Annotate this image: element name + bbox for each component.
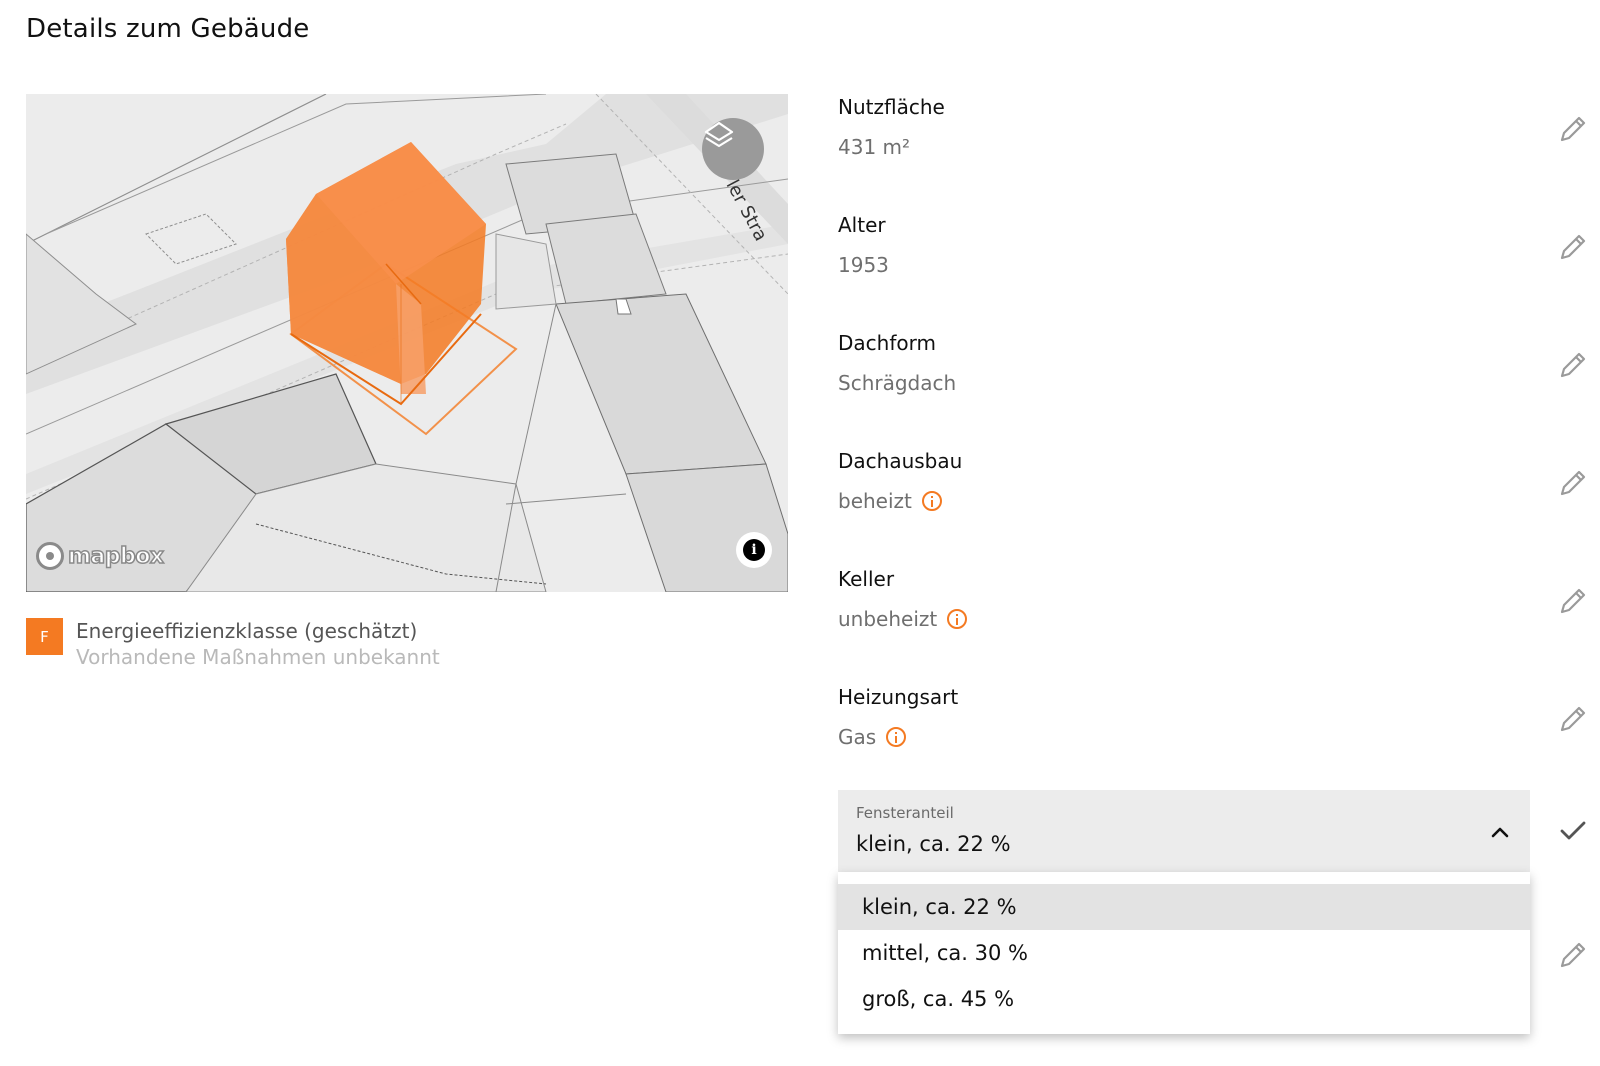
property-keller: Keller unbeheizt xyxy=(838,566,1558,632)
option-mittel[interactable]: mittel, ca. 30 % xyxy=(838,930,1530,976)
energy-class-sublabel: Vorhandene Maßnahmen unbekannt xyxy=(76,645,440,669)
pencil-icon xyxy=(1560,234,1586,260)
fensteranteil-value: klein, ca. 22 % xyxy=(856,832,1011,856)
layers-icon xyxy=(704,121,734,148)
property-label: Dachausbau xyxy=(838,449,963,473)
info-circle-icon[interactable] xyxy=(921,491,942,511)
edit-nutzflaeche-button[interactable] xyxy=(1556,112,1590,146)
pencil-icon xyxy=(1560,352,1586,378)
property-value: beheizt xyxy=(838,489,912,513)
property-dachform: Dachform Schrägdach xyxy=(838,330,1558,396)
info-circle-icon[interactable] xyxy=(947,609,968,629)
edit-alter-button[interactable] xyxy=(1556,230,1590,264)
fensteranteil-caption: Fensteranteil xyxy=(856,804,954,822)
pencil-icon xyxy=(1560,588,1586,614)
fensteranteil-options: klein, ca. 22 % mittel, ca. 30 % groß, c… xyxy=(838,872,1530,1034)
edit-keller-button[interactable] xyxy=(1556,584,1590,618)
option-klein[interactable]: klein, ca. 22 % xyxy=(838,884,1530,930)
confirm-fensteranteil-button[interactable] xyxy=(1556,814,1590,848)
energy-class: F Energieeffizienzklasse (geschätzt) Vor… xyxy=(26,618,440,670)
property-value: Schrägdach xyxy=(838,371,957,395)
pencil-icon xyxy=(1560,470,1586,496)
energy-class-badge: F xyxy=(26,618,63,655)
layers-button[interactable] xyxy=(702,118,764,180)
option-gross[interactable]: groß, ca. 45 % xyxy=(838,976,1530,1022)
page-title: Details zum Gebäude xyxy=(26,14,310,44)
property-label: Nutzfläche xyxy=(838,95,945,119)
edit-next-property-button[interactable] xyxy=(1556,938,1590,972)
property-value: unbeheizt xyxy=(838,607,938,631)
property-label: Keller xyxy=(838,567,895,591)
property-nutzflaeche: Nutzfläche 431 m² xyxy=(838,94,1558,160)
property-dachausbau: Dachausbau beheizt xyxy=(838,448,1558,514)
property-label: Alter xyxy=(838,213,886,237)
map-info-button[interactable]: i xyxy=(736,532,772,568)
check-icon xyxy=(1560,821,1586,840)
property-label: Heizungsart xyxy=(838,685,959,709)
property-alter: Alter 1953 xyxy=(838,212,1558,278)
info-icon: i xyxy=(743,539,765,561)
info-circle-icon[interactable] xyxy=(886,727,907,747)
property-value: 431 m² xyxy=(838,135,911,159)
fensteranteil-select[interactable]: Fensteranteil klein, ca. 22 % xyxy=(838,790,1530,872)
edit-dachausbau-button[interactable] xyxy=(1556,466,1590,500)
mapbox-logo[interactable]: mapbox xyxy=(36,542,165,570)
map-canvas: ler Stra xyxy=(26,94,788,592)
property-value: Gas xyxy=(838,725,877,749)
pencil-icon xyxy=(1560,116,1586,142)
pencil-icon xyxy=(1560,942,1586,968)
chevron-up-icon[interactable] xyxy=(1488,820,1512,844)
mapbox-attribution: mapbox xyxy=(67,543,165,570)
property-heizungsart: Heizungsart Gas xyxy=(838,684,1558,750)
mapbox-logo-icon xyxy=(36,542,64,570)
energy-class-label: Energieeffizienzklasse (geschätzt) xyxy=(76,619,418,643)
edit-heizungsart-button[interactable] xyxy=(1556,702,1590,736)
edit-dachform-button[interactable] xyxy=(1556,348,1590,382)
building-map[interactable]: ler Stra mapbox i xyxy=(26,94,788,592)
property-label: Dachform xyxy=(838,331,936,355)
pencil-icon xyxy=(1560,706,1586,732)
property-value: 1953 xyxy=(838,253,889,277)
